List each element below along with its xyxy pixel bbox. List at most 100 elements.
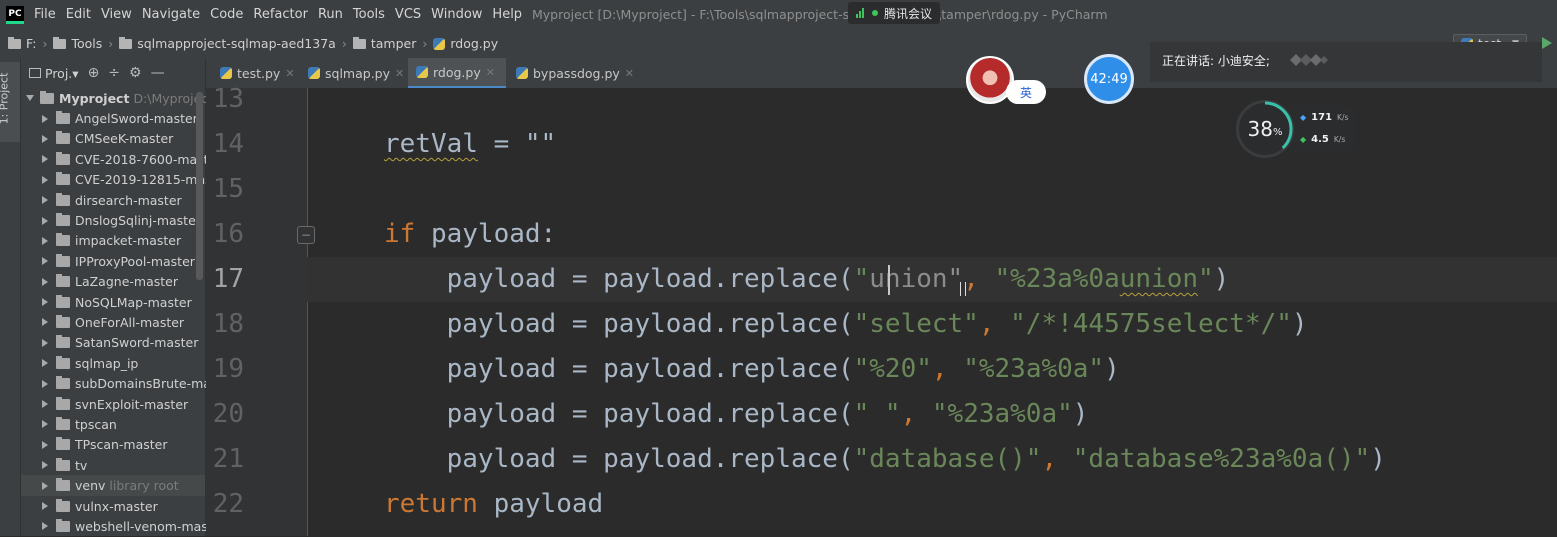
line-number-current: 17	[212, 264, 244, 294]
expand-arrow-icon[interactable]	[42, 318, 48, 327]
menu-edit[interactable]: Edit	[66, 7, 91, 22]
expand-arrow-icon[interactable]	[42, 400, 48, 409]
tree-item[interactable]: subDomainsBrute-master	[21, 373, 235, 393]
folder-icon	[56, 253, 70, 267]
expand-arrow-icon[interactable]	[42, 502, 48, 510]
tree-item[interactable]: CMSeeK-master	[21, 129, 205, 149]
tree-item-label: webshell-venom-master	[75, 518, 226, 534]
folder-icon	[56, 335, 70, 349]
menu-run[interactable]: Run	[318, 7, 343, 22]
close-icon[interactable]: ✕	[486, 66, 495, 79]
collapse-all-icon[interactable]: ÷	[108, 65, 120, 81]
input-language-badge[interactable]: 英	[1006, 80, 1046, 104]
project-panel-scrollbar[interactable]	[196, 92, 203, 280]
expand-arrow-icon[interactable]	[42, 298, 48, 307]
tree-item[interactable]: CVE-2018-7600-master	[21, 149, 221, 169]
expand-arrow-icon[interactable]	[42, 155, 48, 164]
tree-item[interactable]: venv library root	[21, 475, 205, 496]
tree-item[interactable]: DnslogSqlinj-master	[21, 210, 205, 230]
code-line-16[interactable]: if payload:	[384, 219, 556, 249]
tree-item[interactable]: AngelSword-master	[21, 108, 205, 128]
run-button[interactable]	[1542, 37, 1552, 49]
chevron-right-icon: ›	[42, 36, 48, 51]
expand-arrow-icon[interactable]	[26, 95, 34, 102]
tree-item[interactable]: OneForAll-master	[21, 312, 205, 332]
tree-item[interactable]: tv	[21, 455, 205, 475]
hide-panel-icon[interactable]: —	[151, 65, 165, 81]
menu-navigate[interactable]: Navigate	[142, 7, 200, 22]
tree-item[interactable]: CVE-2019-12815-master	[21, 170, 229, 190]
expand-arrow-icon[interactable]	[42, 359, 48, 368]
tree-item[interactable]: dirsearch-master	[21, 190, 205, 210]
breadcrumb-label: Tools	[71, 36, 103, 51]
menu-refactor[interactable]: Refactor	[253, 7, 308, 22]
tree-item[interactable]: tpscan	[21, 414, 205, 434]
tree-root[interactable]: Myproject D:\Myproject	[21, 88, 213, 108]
tree-item[interactable]: sqlmap_ip	[21, 353, 205, 373]
tree-item[interactable]: impacket-master	[21, 231, 205, 251]
meeting-indicator[interactable]: 腾讯会议	[848, 2, 941, 24]
menu-window[interactable]: Window	[431, 7, 482, 22]
meeting-timer[interactable]: 42:49	[1084, 54, 1134, 104]
menu-file[interactable]: File	[34, 7, 56, 22]
expand-arrow-icon[interactable]	[42, 114, 48, 123]
breadcrumb-file[interactable]: rdog.py	[433, 36, 498, 51]
expand-arrow-icon[interactable]	[42, 277, 48, 286]
expand-arrow-icon[interactable]	[42, 461, 48, 470]
gear-icon[interactable]: ⚙	[129, 65, 142, 81]
expand-arrow-icon[interactable]	[42, 338, 48, 347]
expand-arrow-icon[interactable]	[42, 379, 48, 388]
menu-view[interactable]: View	[101, 7, 132, 22]
tree-item[interactable]: TPscan-master	[21, 435, 205, 455]
expand-arrow-icon[interactable]	[42, 522, 48, 531]
tree-item-label: CMSeeK-master	[75, 131, 174, 147]
expand-arrow-icon[interactable]	[42, 420, 48, 429]
tab-sqlmap-py[interactable]: sqlmap.py ✕	[300, 58, 412, 88]
tab-label: bypassdog.py	[533, 65, 620, 81]
breadcrumb-tamper[interactable]: tamper	[352, 36, 416, 51]
code-line-17[interactable]: payload = payload.replace("union", "%23a…	[384, 264, 1230, 294]
tab-rdog-py[interactable]: rdog.py ✕	[408, 58, 506, 88]
project-tree: Myproject D:\Myproject AngelSword-master…	[21, 88, 235, 537]
expand-arrow-icon[interactable]	[42, 196, 48, 205]
fold-marker-icon[interactable]: −	[297, 226, 315, 244]
expand-arrow-icon[interactable]	[42, 216, 48, 225]
code-line-21[interactable]: payload = payload.replace("database()", …	[384, 444, 1386, 474]
breadcrumb-drive[interactable]: F:	[8, 36, 36, 51]
expand-arrow-icon[interactable]	[42, 134, 48, 143]
tree-item[interactable]: vulnx-master	[21, 496, 205, 516]
close-icon[interactable]: ✕	[625, 67, 634, 80]
folder-icon	[56, 172, 70, 186]
folder-icon	[56, 111, 70, 125]
code-line-18[interactable]: payload = payload.replace("select", "/*!…	[384, 309, 1308, 339]
tree-item[interactable]: SatanSword-master	[21, 333, 205, 353]
chevron-right-icon: ›	[422, 36, 428, 51]
tree-item[interactable]: IPProxyPool-master	[21, 251, 205, 271]
expand-arrow-icon[interactable]	[42, 175, 48, 184]
tree-item[interactable]: svnExploit-master	[21, 394, 205, 414]
code-line-19[interactable]: payload = payload.replace("%20", "%23a%0…	[384, 354, 1120, 384]
expand-arrow-icon[interactable]	[42, 481, 48, 490]
breadcrumb-tools[interactable]: Tools	[53, 36, 102, 51]
tree-item[interactable]: webshell-venom-master	[21, 516, 226, 536]
expand-arrow-icon[interactable]	[42, 257, 48, 266]
code-line-20[interactable]: payload = payload.replace(" ", "%23a%0a"…	[384, 399, 1089, 429]
folder-icon	[56, 518, 70, 532]
tree-item[interactable]: NoSQLMap-master	[21, 292, 205, 312]
menu-help[interactable]: Help	[492, 7, 522, 22]
code-line-22[interactable]: return payload	[384, 489, 603, 519]
code-line-14[interactable]: retVal = ""	[384, 129, 556, 159]
expand-arrow-icon[interactable]	[42, 440, 48, 449]
tree-item[interactable]: LaZagne-master	[21, 272, 205, 292]
breadcrumb-sqlmap[interactable]: sqlmapproject-sqlmap-aed137a	[119, 36, 336, 51]
line-number: 13	[212, 84, 244, 114]
menu-vcs[interactable]: VCS	[395, 7, 421, 22]
locate-target-icon[interactable]: ⊕	[88, 65, 100, 81]
menu-code[interactable]: Code	[210, 7, 243, 22]
tab-bypassdog-py[interactable]: bypassdog.py ✕	[508, 58, 642, 88]
expand-arrow-icon[interactable]	[42, 236, 48, 245]
project-view-select[interactable]: Proj.▾	[29, 66, 79, 81]
menu-tools[interactable]: Tools	[353, 7, 385, 22]
close-icon[interactable]: ✕	[285, 67, 294, 80]
close-icon[interactable]: ✕	[395, 67, 404, 80]
